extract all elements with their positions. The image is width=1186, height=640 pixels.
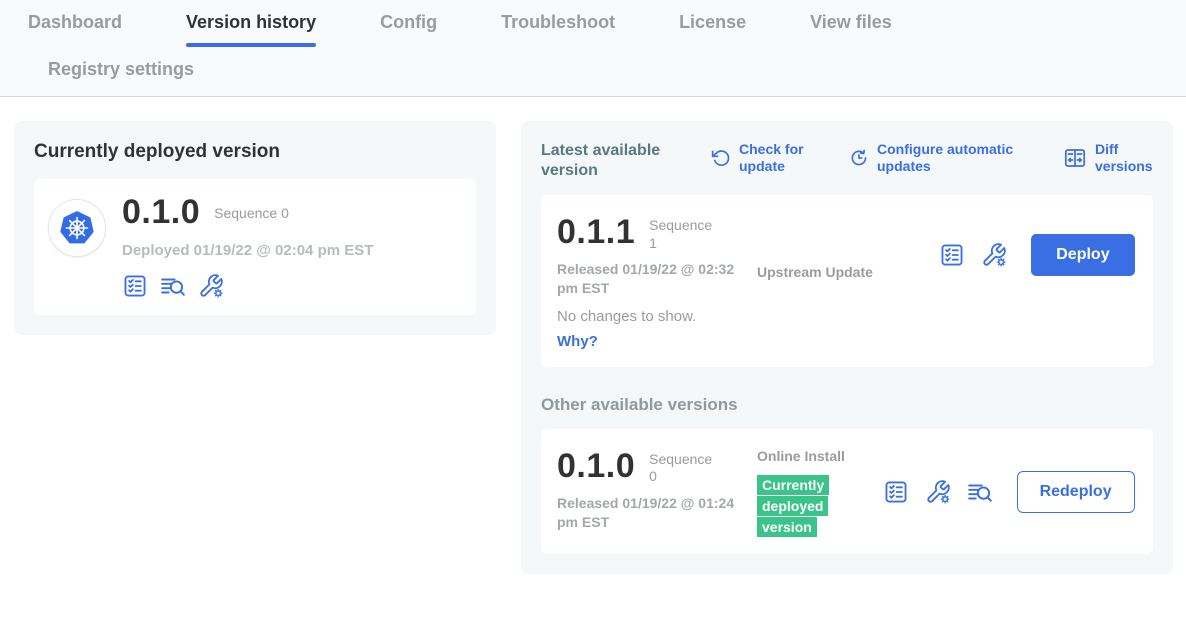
latest-released-timestamp: Released 01/19/22 @ 02:32 pm EST [557, 260, 737, 298]
tab-license[interactable]: License [679, 12, 746, 47]
other-released-timestamp: Released 01/19/22 @ 01:24 pm EST [557, 494, 737, 532]
config-icon[interactable] [981, 242, 1007, 268]
latest-source-label: Upstream Update [757, 263, 877, 281]
deployed-timestamp: Deployed 01/19/22 @ 02:04 pm EST [122, 242, 373, 259]
main-content: Currently deployed version 0.1.0 Sequenc… [0, 97, 1186, 574]
top-nav: Dashboard Version history Config Trouble… [0, 0, 1186, 97]
redeploy-button[interactable]: Redeploy [1017, 471, 1135, 513]
currently-deployed-badge-wrap: Currently deployed version [757, 475, 841, 538]
configure-automatic-updates-link[interactable]: Configure automatic updates [849, 141, 1029, 175]
currently-deployed-badge: Currently deployed version [757, 475, 829, 537]
tab-registry-settings[interactable]: Registry settings [48, 59, 194, 93]
latest-actions: Deploy [939, 234, 1134, 276]
why-link[interactable]: Why? [557, 333, 598, 350]
checklist-icon[interactable] [939, 242, 965, 268]
refresh-icon [711, 148, 731, 168]
nav-row-secondary: Registry settings [28, 47, 1186, 96]
check-for-update-link[interactable]: Check for update [711, 141, 815, 175]
other-actions: Redeploy [883, 471, 1135, 513]
deployed-version-body: 0.1.0 Sequence 0 Deployed 01/19/22 @ 02:… [122, 193, 373, 299]
checklist-icon[interactable] [883, 479, 909, 505]
currently-deployed-title: Currently deployed version [34, 141, 476, 163]
deployed-sequence-label: Sequence 0 [214, 205, 289, 221]
tab-dashboard[interactable]: Dashboard [28, 12, 122, 47]
other-version-number: 0.1.0 [557, 447, 635, 486]
deployed-version-card: 0.1.0 Sequence 0 Deployed 01/19/22 @ 02:… [34, 179, 476, 315]
other-version-card: 0.1.0 Sequence 0 Released 01/19/22 @ 01:… [541, 429, 1153, 554]
diff-versions-label: Diff versions [1095, 141, 1153, 175]
deployed-version-number: 0.1.0 [122, 193, 200, 232]
diff-icon [1063, 146, 1087, 170]
logs-icon[interactable] [160, 273, 186, 299]
config-icon[interactable] [198, 273, 224, 299]
schedule-icon [849, 148, 869, 168]
latest-available-header: Latest available version Check for updat… [541, 141, 1153, 181]
configure-automatic-updates-label: Configure automatic updates [877, 141, 1029, 175]
available-versions-panel: Latest available version Check for updat… [521, 121, 1173, 574]
latest-version-card: 0.1.1 Sequence 1 Released 01/19/22 @ 02:… [541, 195, 1153, 367]
app-logo [48, 199, 106, 257]
deploy-button[interactable]: Deploy [1031, 234, 1134, 276]
latest-sequence-label: Sequence 1 [649, 217, 721, 252]
currently-deployed-panel: Currently deployed version 0.1.0 Sequenc… [14, 121, 496, 335]
check-for-update-label: Check for update [739, 141, 815, 175]
checklist-icon[interactable] [122, 273, 148, 299]
latest-available-title: Latest available version [541, 141, 677, 181]
other-version-block: 0.1.0 Sequence 0 Released 01/19/22 @ 01:… [557, 447, 757, 532]
deployed-actions [122, 273, 373, 299]
kubernetes-logo-icon [57, 208, 97, 248]
nav-row-primary: Dashboard Version history Config Trouble… [28, 12, 1186, 47]
latest-version-number: 0.1.1 [557, 213, 635, 252]
no-changes-text: No changes to show. [557, 308, 1135, 325]
logs-icon[interactable] [967, 479, 993, 505]
other-source-label: Online Install [757, 447, 877, 465]
other-source-block: Online Install Currently deployed versio… [757, 447, 877, 538]
tab-troubleshoot[interactable]: Troubleshoot [501, 12, 615, 47]
other-sequence-label: Sequence 0 [649, 451, 721, 486]
tab-view-files[interactable]: View files [810, 12, 892, 47]
tab-version-history[interactable]: Version history [186, 12, 316, 47]
config-icon[interactable] [925, 479, 951, 505]
tab-config[interactable]: Config [380, 12, 437, 47]
other-available-versions-title: Other available versions [541, 395, 1153, 415]
latest-version-block: 0.1.1 Sequence 1 Released 01/19/22 @ 02:… [557, 213, 757, 298]
diff-versions-link[interactable]: Diff versions [1063, 141, 1153, 175]
